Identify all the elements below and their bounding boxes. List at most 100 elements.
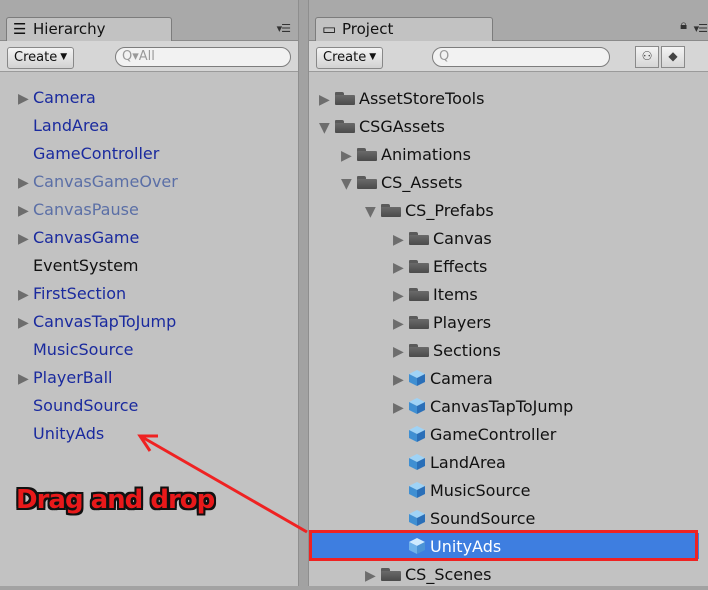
hierarchy-item-soundsource[interactable]: SoundSource [33, 392, 138, 420]
expand-triangle-icon[interactable]: ▶ [393, 226, 408, 254]
dropdown-arrow-icon: ▼ [369, 52, 377, 62]
hierarchy-item-canvastaptojump[interactable]: ▶ CanvasTapToJump [18, 308, 176, 336]
prefab-cube-icon [409, 454, 425, 470]
item-label: Sections [433, 341, 501, 360]
highlight-box [309, 530, 698, 561]
hierarchy-item-canvasgameover[interactable]: ▶ CanvasGameOver [18, 168, 178, 196]
item-label: UnityAds [33, 424, 105, 443]
expand-triangle-icon[interactable]: ▶ [393, 338, 408, 366]
create-label: Create [14, 50, 58, 65]
hierarchy-item-playerball[interactable]: ▶ PlayerBall [18, 364, 112, 392]
folder-icon [408, 259, 430, 273]
project-panel: ▭ Project 🔒︎ ▾☰ Create ▼ Q ⚇ ◆ ▶ AssetStore… [308, 0, 708, 586]
hierarchy-item-landarea[interactable]: LandArea [33, 112, 109, 140]
project-item-animations[interactable]: ▶ Animations [341, 141, 471, 169]
hierarchy-item-firstsection[interactable]: ▶ FirstSection [18, 280, 126, 308]
item-label: CanvasGameOver [33, 172, 178, 191]
project-item-musicsource-prefab[interactable]: MusicSource [408, 477, 530, 505]
project-item-effects[interactable]: ▶ Effects [393, 253, 487, 281]
expand-triangle-icon[interactable]: ▶ [18, 85, 33, 113]
panel-menu-icon[interactable]: ▾☰ [694, 22, 708, 35]
collapse-triangle-icon[interactable]: ▼ [341, 170, 356, 198]
lock-icon[interactable]: 🔒︎ [680, 18, 687, 33]
project-item-cs-prefabs[interactable]: ▼ CS_Prefabs [365, 197, 494, 225]
folder-icon [356, 147, 378, 161]
expand-triangle-icon[interactable]: ▶ [393, 394, 408, 422]
item-label: AssetStoreTools [359, 89, 485, 108]
project-tab[interactable]: ▭ Project [315, 17, 493, 41]
project-item-csgassets[interactable]: ▼ CSGAssets [319, 113, 445, 141]
project-item-soundsource-prefab[interactable]: SoundSource [408, 505, 535, 533]
expand-triangle-icon[interactable]: ▶ [18, 197, 33, 225]
project-item-canvastaptojump-prefab[interactable]: ▶ CanvasTapToJump [393, 393, 573, 421]
item-label: CanvasTapToJump [33, 312, 177, 331]
project-item-items[interactable]: ▶ Items [393, 281, 478, 309]
item-label: MusicSource [430, 481, 531, 500]
item-label: LandArea [430, 453, 506, 472]
hierarchy-item-canvaspause[interactable]: ▶ CanvasPause [18, 196, 139, 224]
hierarchy-item-camera[interactable]: ▶ Camera [18, 84, 96, 112]
project-item-camera-prefab[interactable]: ▶ Camera [393, 365, 493, 393]
project-item-assetstoretools[interactable]: ▶ AssetStoreTools [319, 85, 484, 113]
collapse-triangle-icon[interactable]: ▼ [365, 198, 380, 226]
folder-tab-icon: ▭ [322, 20, 337, 38]
hierarchy-create-button[interactable]: Create ▼ [7, 47, 75, 69]
hierarchy-item-eventsystem[interactable]: EventSystem [33, 252, 139, 280]
item-label: Camera [430, 369, 493, 388]
item-label: CanvasTapToJump [430, 397, 574, 416]
hierarchy-toolbar: Create ▼ Q▾All [0, 41, 298, 72]
folder-icon [408, 231, 430, 245]
item-label: CS_Assets [381, 173, 463, 192]
expand-triangle-icon[interactable]: ▶ [18, 365, 33, 393]
hierarchy-search-input[interactable]: Q▾All [115, 47, 291, 67]
hierarchy-item-gamecontroller[interactable]: GameController [33, 140, 159, 168]
expand-triangle-icon[interactable]: ▶ [393, 366, 408, 394]
folder-icon [408, 343, 430, 357]
hierarchy-item-musicsource[interactable]: MusicSource [33, 336, 133, 364]
project-item-cs-assets[interactable]: ▼ CS_Assets [341, 169, 462, 197]
collapse-triangle-icon[interactable]: ▼ [319, 114, 334, 142]
expand-triangle-icon[interactable]: ▶ [319, 86, 334, 114]
item-label: SoundSource [33, 396, 139, 415]
folder-icon [380, 203, 402, 217]
project-create-button[interactable]: Create ▼ [316, 47, 384, 69]
hierarchy-item-canvasgame[interactable]: ▶ CanvasGame [18, 224, 139, 252]
folder-icon [408, 287, 430, 301]
filter-by-label-icon[interactable]: ◆ [661, 46, 685, 68]
project-toolbar: Create ▼ Q ⚇ ◆ [309, 41, 708, 72]
hierarchy-item-unityads[interactable]: UnityAds [33, 420, 104, 448]
item-label: GameController [430, 425, 557, 444]
expand-triangle-icon[interactable]: ▶ [18, 169, 33, 197]
folder-icon [356, 175, 378, 189]
item-label: FirstSection [33, 284, 127, 303]
search-placeholder: All [138, 49, 155, 64]
project-tab-label: Project [342, 20, 394, 38]
project-item-players[interactable]: ▶ Players [393, 309, 491, 337]
item-label: CanvasGame [33, 228, 140, 247]
project-search-input[interactable]: Q [432, 47, 610, 67]
prefab-cube-icon [409, 398, 425, 414]
project-item-canvas[interactable]: ▶ Canvas [393, 225, 492, 253]
expand-triangle-icon[interactable]: ▶ [341, 142, 356, 170]
panel-menu-icon[interactable]: ▾☰ [277, 22, 291, 35]
item-label: LandArea [33, 116, 109, 135]
project-item-cs-scenes[interactable]: ▶ CS_Scenes [365, 561, 491, 589]
project-item-landarea-prefab[interactable]: LandArea [408, 449, 506, 477]
item-label: CS_Prefabs [405, 201, 494, 220]
item-label: Animations [381, 145, 471, 164]
expand-triangle-icon[interactable]: ▶ [18, 281, 33, 309]
expand-triangle-icon[interactable]: ▶ [18, 225, 33, 253]
expand-triangle-icon[interactable]: ▶ [393, 310, 408, 338]
project-item-gamecontroller-prefab[interactable]: GameController [408, 421, 556, 449]
hierarchy-tab[interactable]: ☰ Hierarchy [6, 17, 172, 41]
item-label: Canvas [433, 229, 492, 248]
project-item-sections[interactable]: ▶ Sections [393, 337, 501, 365]
expand-triangle-icon[interactable]: ▶ [393, 282, 408, 310]
item-label: EventSystem [33, 256, 139, 275]
expand-triangle-icon[interactable]: ▶ [393, 254, 408, 282]
expand-triangle-icon[interactable]: ▶ [18, 309, 33, 337]
folder-icon [334, 91, 356, 105]
folder-icon [380, 567, 402, 581]
filter-by-type-icon[interactable]: ⚇ [635, 46, 659, 68]
prefab-cube-icon [409, 482, 425, 498]
